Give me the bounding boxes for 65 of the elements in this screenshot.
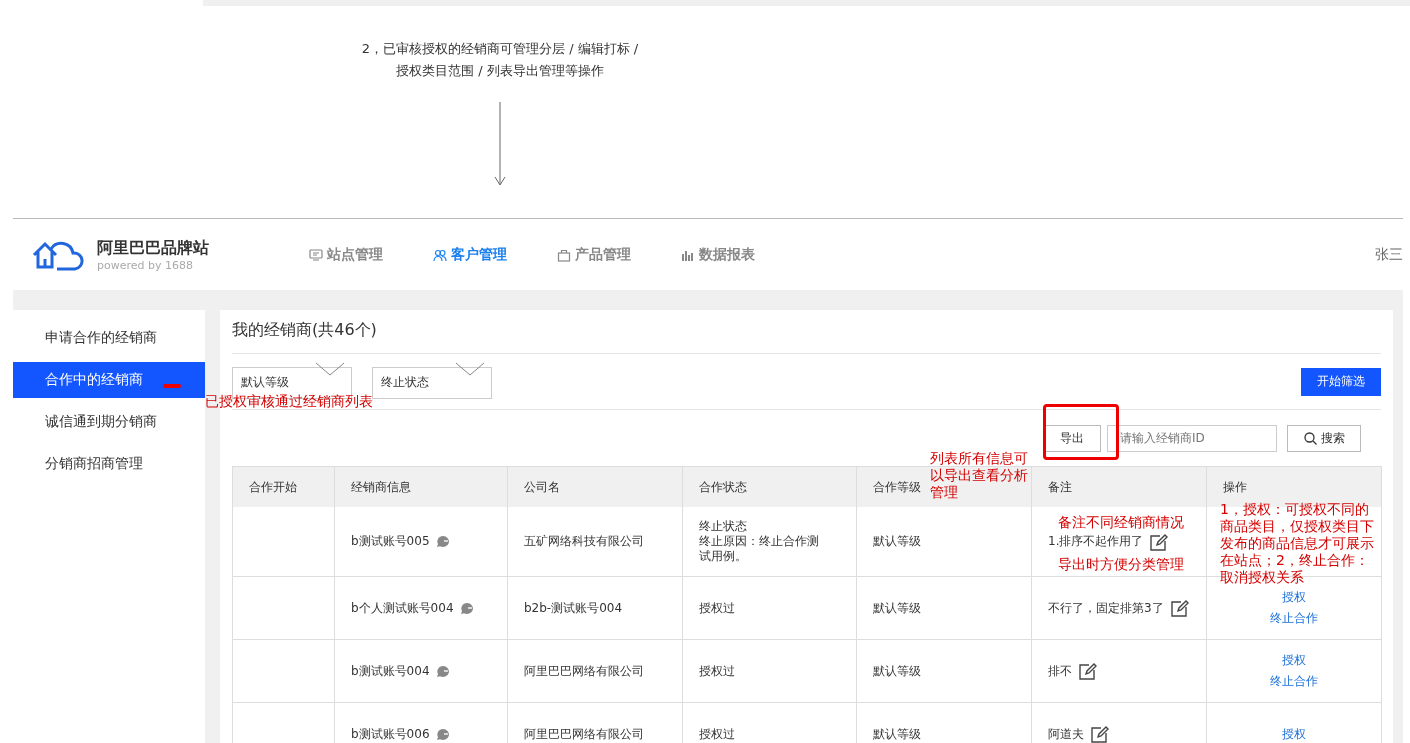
export-button[interactable]: 导出 <box>1043 424 1101 452</box>
sidebar-item[interactable]: 分销商招商管理 <box>13 446 205 482</box>
column-header: 经销商信息 <box>335 466 508 507</box>
dealer-name: b个人测试账号004 <box>351 599 454 617</box>
monitor-icon <box>309 247 323 262</box>
company-name: b2b-测试账号004 <box>524 599 623 617</box>
edit-icon[interactable] <box>1078 662 1098 680</box>
company-name: 阿里巴巴网络有限公司 <box>524 662 644 680</box>
level-text: 默认等级 <box>873 725 921 743</box>
edit-icon[interactable] <box>1090 725 1110 743</box>
users-icon <box>433 247 447 262</box>
column-header: 备注 <box>1032 466 1207 507</box>
status-text: 授权过 <box>699 726 736 742</box>
sidebar-item[interactable]: 合作中的经销商 <box>13 362 205 398</box>
note-text: 1.排序不起作用了 <box>1048 533 1144 550</box>
brand-name: 阿里巴巴品牌站 <box>97 237 210 259</box>
level-text: 默认等级 <box>873 662 921 680</box>
brand-tagline: powered by 1688 <box>97 258 194 272</box>
chat-bubble-icon[interactable] <box>435 664 450 678</box>
status-text: 终止状态 终止原因：终止合作测试用例。 <box>699 519 820 564</box>
action-link[interactable]: 授权 <box>1282 652 1306 669</box>
company-name: 阿里巴巴网络有限公司 <box>524 725 644 743</box>
column-header: 合作状态 <box>683 466 857 507</box>
bag-icon <box>557 247 571 262</box>
chevron-down-icon <box>315 361 345 376</box>
dealer-name: b测试账号005 <box>351 533 430 550</box>
chat-bubble-icon[interactable] <box>435 535 450 548</box>
note-text: 不行了，固定排第3了 <box>1048 599 1164 617</box>
dealer-name: b测试账号004 <box>351 662 430 680</box>
dealer-id-input[interactable]: 请输入经销商ID <box>1107 424 1277 452</box>
note-text: 排不 <box>1048 662 1072 680</box>
nav-tab[interactable]: 客户管理 <box>433 245 507 264</box>
column-header: 合作开始 <box>233 466 335 507</box>
chat-bubble-icon[interactable] <box>459 601 474 615</box>
nav-tab[interactable]: 产品管理 <box>557 245 631 264</box>
level-text: 默认等级 <box>873 533 921 550</box>
edit-icon[interactable] <box>1169 599 1190 617</box>
sidebar-item[interactable]: 申请合作的经销商 <box>13 320 205 356</box>
edit-icon[interactable] <box>1149 532 1170 551</box>
user-name[interactable]: 张三 <box>1375 245 1403 264</box>
action-link[interactable]: 终止合作 <box>1270 610 1318 627</box>
dealer-name: b测试账号006 <box>351 725 430 743</box>
action-link[interactable]: 终止合作 <box>1270 673 1318 690</box>
action-link[interactable]: 授权 <box>1282 589 1306 606</box>
annotation-note: 2，已审核授权的经销商可管理分层 / 编辑打标 / 授权类目范围 / 列表导出管理等操作 <box>361 40 639 80</box>
column-header: 公司名 <box>508 466 683 507</box>
annotation-text: 备注不同经销商情况 <box>1058 514 1184 531</box>
nav-tab[interactable]: 站点管理 <box>309 245 383 264</box>
action-link[interactable]: 授权 <box>1282 725 1306 743</box>
sidebar-item[interactable]: 诚信通到期分销商 <box>13 404 205 440</box>
nav-tab[interactable]: 数据报表 <box>681 245 755 264</box>
search-icon <box>1303 431 1317 445</box>
status-text: 授权过 <box>699 663 736 679</box>
marker-stroke <box>163 384 181 388</box>
chevron-down-icon <box>455 361 485 376</box>
company-name: 五矿网络科技有限公司 <box>524 533 644 550</box>
search-button[interactable]: 搜索 <box>1287 424 1361 452</box>
chat-bubble-icon[interactable] <box>435 727 450 741</box>
note-text: 阿道夫 <box>1048 725 1084 743</box>
panel-title: 我的经销商(共46个) <box>232 320 377 339</box>
annotation-text: 列表所有信息可以导出查看分析管理 <box>930 450 1029 501</box>
level-text: 默认等级 <box>873 599 921 617</box>
status-text: 授权过 <box>699 600 736 616</box>
filter-button[interactable]: 开始筛选 <box>1301 367 1381 396</box>
annotation-text: 导出时方便分类管理 <box>1058 556 1184 573</box>
